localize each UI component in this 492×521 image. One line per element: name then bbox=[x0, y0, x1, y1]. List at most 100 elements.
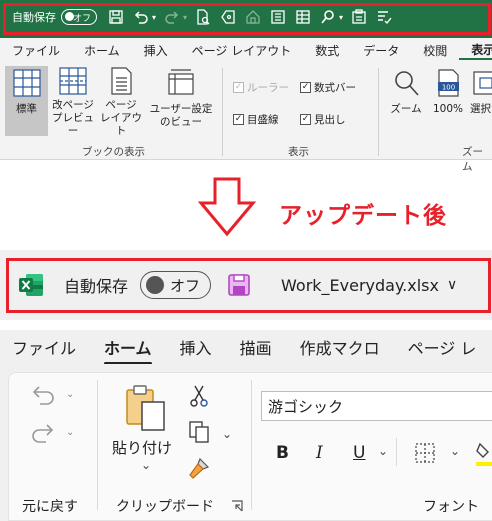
save-icon[interactable] bbox=[105, 6, 127, 28]
gridlines-label: 目盛線 bbox=[247, 114, 279, 126]
redo-icon bbox=[161, 6, 183, 28]
underline-dropdown-icon[interactable]: ⌄ bbox=[378, 444, 388, 458]
workbook-views-group-label: ブックの表示 bbox=[82, 146, 145, 158]
border-dropdown-icon[interactable]: ⌄ bbox=[450, 444, 460, 458]
font-name-input[interactable]: 游ゴシック bbox=[261, 391, 492, 421]
zoom-magnifier-icon bbox=[389, 66, 423, 100]
old-tab-data[interactable]: データ bbox=[351, 42, 411, 59]
old-autosave-label: 自動保存 bbox=[12, 11, 56, 24]
normal-view-button[interactable]: 標準 bbox=[5, 66, 48, 136]
old-autosave-toggle[interactable]: オフ bbox=[61, 9, 97, 25]
tab-page-layout[interactable]: ページ レ bbox=[394, 335, 491, 359]
zoom-100-icon: 100 bbox=[431, 66, 465, 100]
file-name[interactable]: Work_Everyday.xlsx bbox=[281, 276, 439, 295]
old-tab-file[interactable]: ファイル bbox=[0, 42, 72, 59]
zoom-selection-button[interactable]: 選択 bbox=[470, 66, 492, 136]
dialog-launcher-icon[interactable] bbox=[231, 500, 243, 512]
update-caption: アップデート後 bbox=[279, 203, 447, 229]
tab-draw[interactable]: 描画 bbox=[226, 335, 286, 359]
zoom-100-button[interactable]: 100 100% bbox=[428, 66, 468, 136]
scissors-icon[interactable] bbox=[188, 384, 210, 408]
format-painter-icon[interactable] bbox=[186, 455, 212, 481]
gridlines-checkbox[interactable]: ✓ 目盛線 bbox=[233, 112, 279, 127]
normal-view-icon bbox=[10, 66, 44, 100]
underline-button[interactable]: U bbox=[353, 441, 365, 465]
redo-icon[interactable] bbox=[30, 420, 56, 446]
custom-views-button[interactable]: ユーザー設定 のビュー bbox=[146, 66, 216, 136]
headings-checkbox[interactable]: ✓ 見出し bbox=[300, 112, 346, 127]
page-break-preview-label: 改ページ プレビュー bbox=[52, 99, 94, 137]
headings-label: 見出し bbox=[314, 114, 346, 126]
page-layout-view-button[interactable]: ページ レイアウト bbox=[98, 66, 144, 137]
old-tab-page-layout[interactable]: ページ レイアウト bbox=[180, 42, 304, 59]
autosave-label: 自動保存 bbox=[64, 277, 129, 296]
page-layout-view-label: ページ レイアウト bbox=[100, 99, 142, 137]
save-icon[interactable] bbox=[227, 273, 251, 297]
ruler-label: ルーラー bbox=[247, 82, 289, 94]
formula-bar-checkbox[interactable]: ✓ 数式バー bbox=[300, 80, 356, 95]
label-icon[interactable] bbox=[217, 6, 239, 28]
search-dropdown-icon[interactable]: ▾ bbox=[339, 13, 343, 22]
group-divider bbox=[378, 68, 379, 156]
autosave-toggle[interactable]: オフ bbox=[140, 271, 212, 299]
old-tab-insert[interactable]: 挿入 bbox=[132, 42, 180, 59]
file-name-dropdown-icon[interactable]: ∨ bbox=[447, 277, 457, 293]
old-tab-formulas[interactable]: 数式 bbox=[303, 42, 351, 59]
new-ribbon-tabs: ファイル ホーム 挿入 描画 作成マクロ ページ レ bbox=[0, 330, 492, 365]
zoom-group-label: ズーム bbox=[462, 146, 483, 173]
undo-icon[interactable] bbox=[130, 6, 152, 28]
bold-button[interactable]: B bbox=[276, 441, 289, 465]
paste-label[interactable]: 貼り付け bbox=[112, 437, 172, 458]
old-tab-view[interactable]: 表示 bbox=[459, 41, 492, 60]
fill-color-icon[interactable] bbox=[474, 440, 492, 468]
undo-icon[interactable] bbox=[30, 382, 56, 408]
copy-dropdown-icon[interactable]: ⌄ bbox=[222, 427, 232, 441]
ruler-check-icon: ✓ bbox=[233, 82, 244, 93]
group-divider bbox=[97, 380, 98, 510]
undo-dropdown-icon[interactable]: ⌄ bbox=[66, 389, 74, 400]
old-tab-review[interactable]: 校閲 bbox=[411, 42, 459, 59]
paste-dropdown-icon[interactable]: ⌄ bbox=[141, 458, 151, 472]
gridlines-check-icon: ✓ bbox=[233, 114, 244, 125]
tab-insert[interactable]: 挿入 bbox=[166, 335, 226, 359]
group-divider bbox=[396, 438, 397, 466]
normal-view-label: 標準 bbox=[16, 103, 37, 115]
checklist-icon[interactable] bbox=[373, 6, 395, 28]
formula-bar-check-icon: ✓ bbox=[300, 82, 311, 93]
undo-dropdown-icon[interactable]: ▾ bbox=[152, 13, 156, 22]
form-icon[interactable] bbox=[267, 6, 289, 28]
excel-logo-icon bbox=[19, 274, 43, 296]
tab-file[interactable]: ファイル bbox=[0, 335, 90, 359]
table-icon[interactable] bbox=[292, 6, 314, 28]
headings-check-icon: ✓ bbox=[300, 114, 311, 125]
page-break-preview-button[interactable]: 改ページ プレビュー bbox=[50, 66, 96, 137]
zoom-100-label: 100% bbox=[432, 103, 464, 115]
zoom-button[interactable]: ズーム bbox=[386, 66, 426, 136]
border-icon[interactable] bbox=[413, 441, 437, 465]
zoom-label: ズーム bbox=[390, 103, 422, 115]
redo-dropdown-icon[interactable]: ⌄ bbox=[66, 427, 74, 438]
old-quick-access-toolbar: 自動保存 オフ ▾ ▾ ▾ bbox=[12, 6, 398, 28]
group-divider bbox=[222, 68, 223, 156]
old-titlebar: 自動保存 オフ ▾ ▾ ▾ bbox=[0, 0, 492, 38]
zoom-selection-label: 選択 bbox=[470, 103, 491, 115]
search-icon[interactable] bbox=[317, 6, 339, 28]
redo-dropdown-icon: ▾ bbox=[183, 12, 188, 22]
tab-home[interactable]: ホーム bbox=[90, 335, 166, 365]
copy-icon[interactable] bbox=[188, 420, 210, 444]
svg-text:100: 100 bbox=[442, 84, 455, 92]
old-ribbon-view: 標準 改ページ プレビュー ページ レイアウト ユーザー設定 のビュー ブックの… bbox=[0, 62, 492, 173]
home-icon bbox=[242, 6, 264, 28]
formula-bar-label: 数式バー bbox=[314, 82, 356, 94]
paste-icon[interactable] bbox=[124, 384, 168, 432]
clipboard-icon[interactable] bbox=[348, 6, 370, 28]
old-tab-home[interactable]: ホーム bbox=[72, 42, 132, 59]
print-preview-icon[interactable] bbox=[192, 6, 214, 28]
tab-macro[interactable]: 作成マクロ bbox=[286, 335, 394, 359]
clipboard-group-label: クリップボード bbox=[116, 499, 214, 515]
old-ribbon-tabs: ファイル ホーム 挿入 ページ レイアウト 数式 データ 校閲 表示 bbox=[0, 38, 492, 62]
custom-views-label: ユーザー設定 のビュー bbox=[149, 103, 213, 128]
page-break-preview-icon bbox=[56, 66, 90, 96]
undo-group-label: 元に戻す bbox=[22, 499, 78, 515]
italic-button[interactable]: I bbox=[316, 441, 323, 465]
